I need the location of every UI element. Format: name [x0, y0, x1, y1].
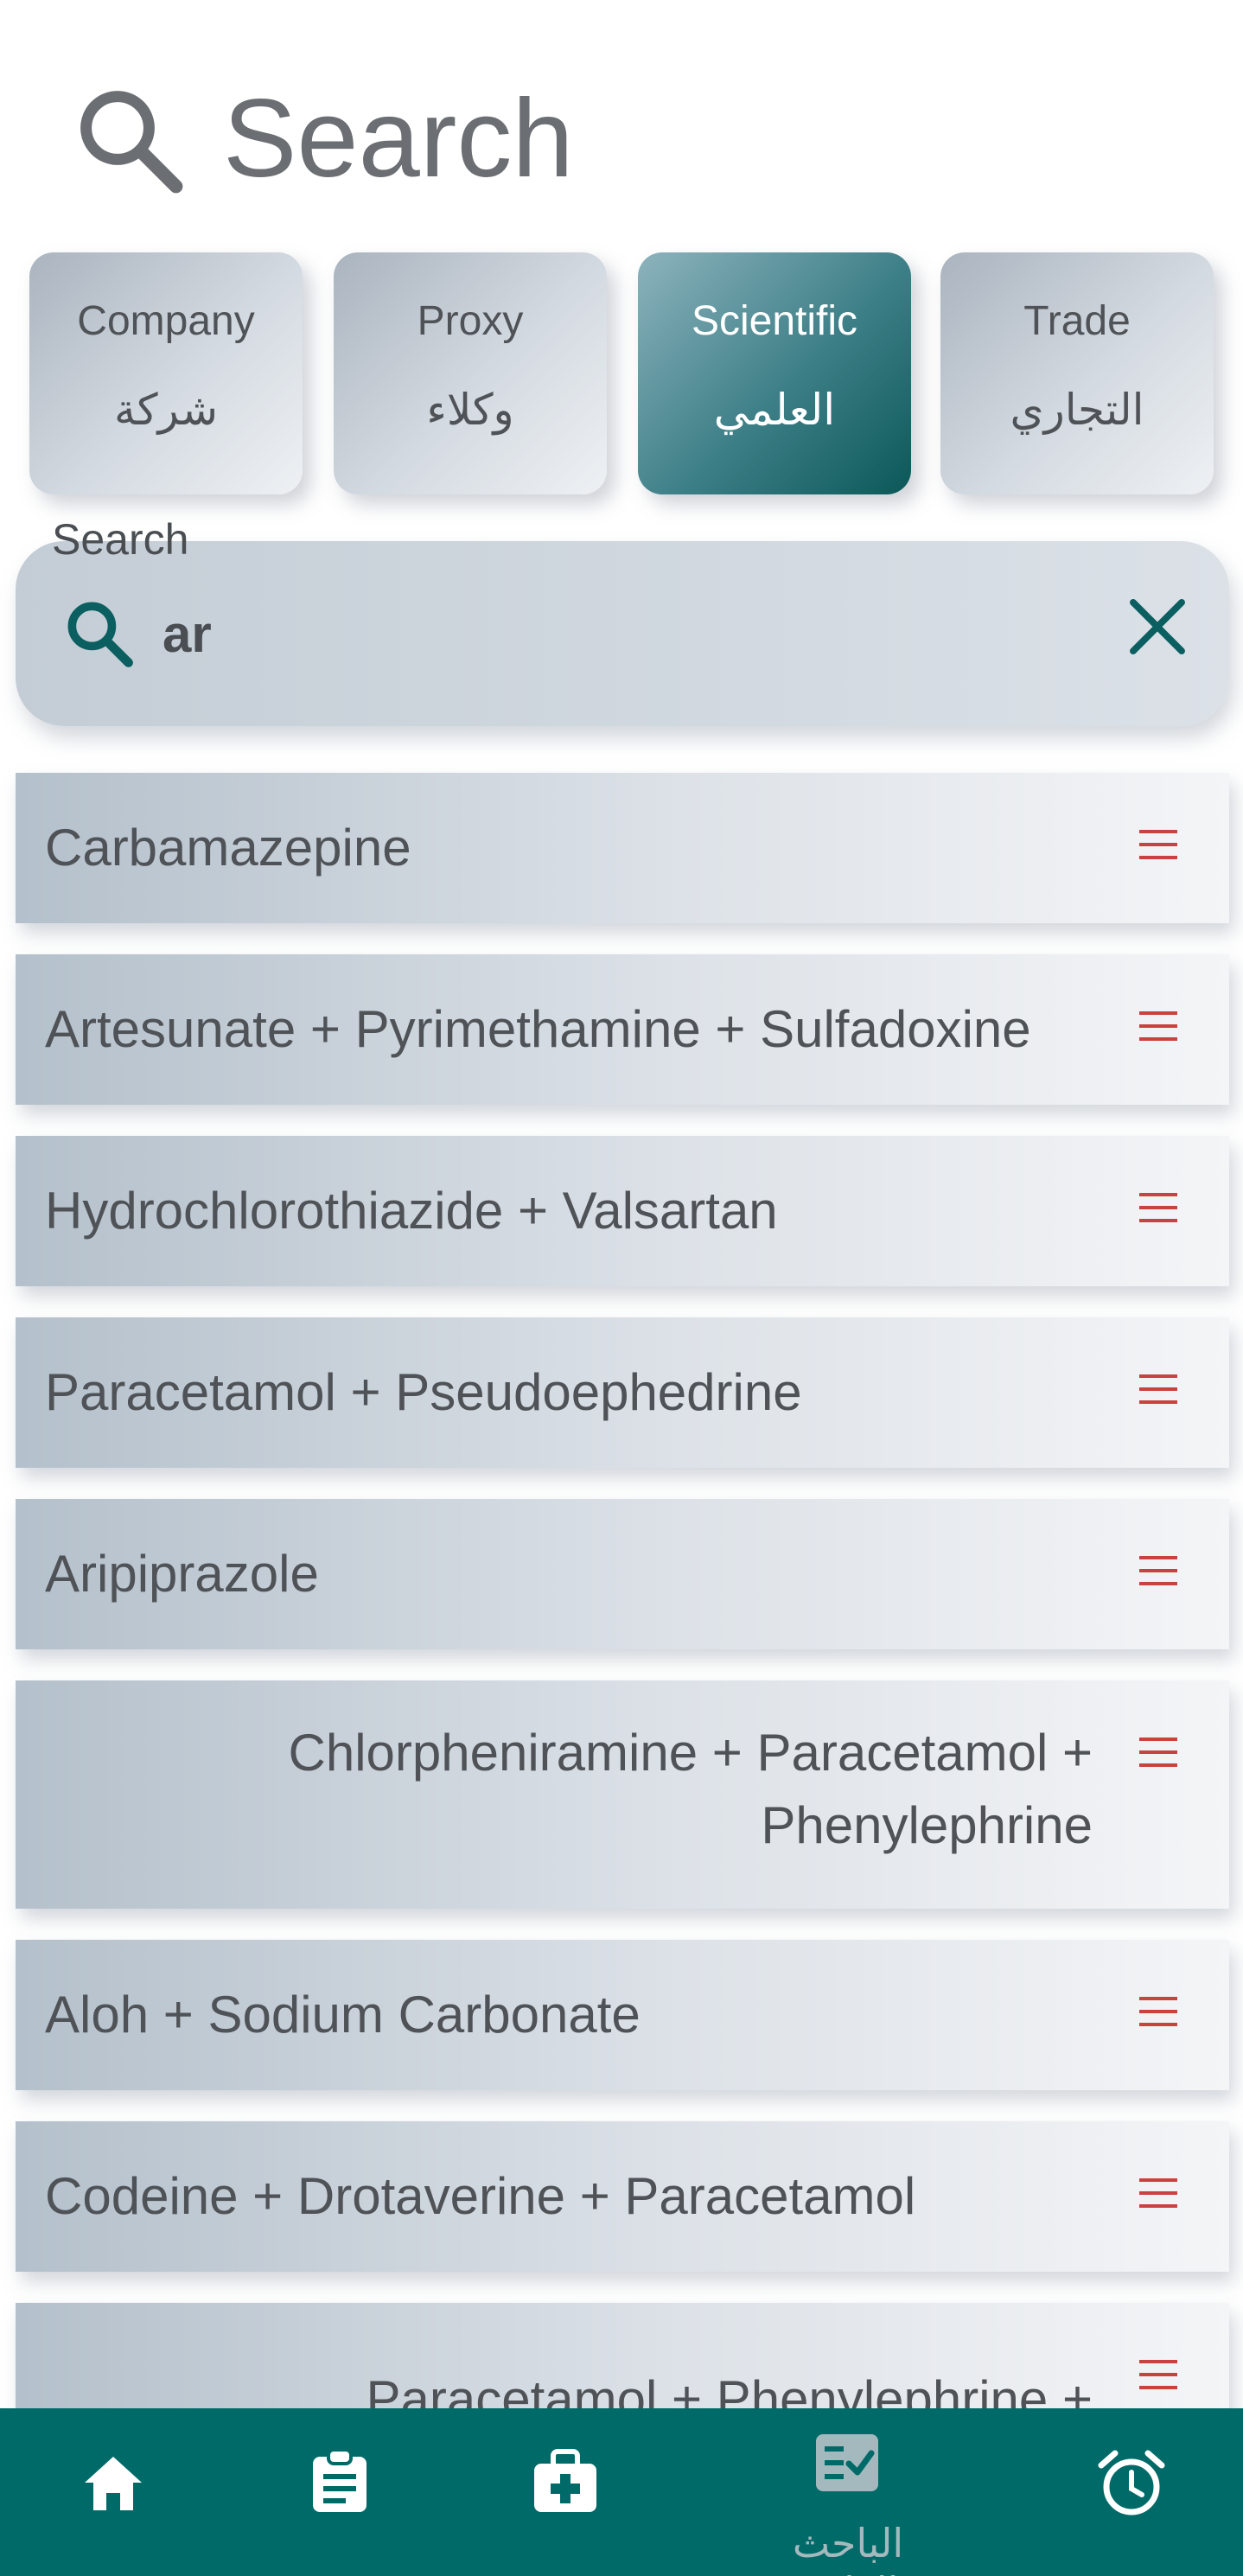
- list-item[interactable]: Aloh + Sodium Carbonate: [16, 1940, 1229, 2090]
- menu-icon[interactable]: [1139, 1011, 1177, 1041]
- search-icon: [67, 602, 133, 667]
- search-icon: [80, 91, 183, 194]
- page-title: Search: [223, 77, 574, 201]
- search-input[interactable]: [163, 586, 1027, 681]
- menu-icon[interactable]: [1139, 1374, 1177, 1404]
- drug-name: Aripiprazole: [45, 1545, 319, 1603]
- list-item[interactable]: Codeine + Drotaverine + Paracetamol: [16, 2121, 1229, 2272]
- drug-name: Chlorpheniramine + Paracetamol + Phenyle…: [288, 1724, 1093, 1854]
- drug-name: Hydrochlorothiazide + Valsartan: [45, 1182, 778, 1240]
- tab-label-ar: التجاري: [1010, 386, 1144, 434]
- nav-clipboard[interactable]: [280, 2408, 401, 2576]
- list-item[interactable]: Chlorpheniramine + Paracetamol + Phenyle…: [16, 1680, 1229, 1909]
- tab-trade[interactable]: Trade التجاري: [940, 252, 1214, 494]
- tab-label-en: Company: [77, 298, 255, 344]
- drug-name: Paracetamol + Pseudoephedrine: [45, 1363, 802, 1421]
- nav-alarm[interactable]: [1072, 2408, 1193, 2576]
- nav-label: الباحث الطبي: [792, 2521, 904, 2576]
- search-field[interactable]: [16, 541, 1229, 726]
- menu-icon[interactable]: [1139, 1556, 1177, 1585]
- search-label: Search: [52, 515, 189, 564]
- drug-name: Codeine + Drotaverine + Paracetamol: [45, 2167, 916, 2225]
- medical-kit-icon: [534, 2449, 596, 2512]
- menu-icon[interactable]: [1139, 2360, 1177, 2389]
- tab-label-en: Trade: [1023, 298, 1131, 344]
- list-item[interactable]: Paracetamol + Pseudoephedrine: [16, 1317, 1229, 1468]
- menu-icon[interactable]: [1139, 1997, 1177, 2026]
- drug-name: Artesunate + Pyrimethamine + Sulfadoxine: [45, 1000, 1031, 1058]
- tab-label-en: Scientific: [691, 298, 858, 344]
- nav-home[interactable]: [52, 2408, 173, 2576]
- checklist-icon: [816, 2434, 878, 2491]
- tab-label-ar: شركة: [113, 386, 219, 434]
- tab-proxy[interactable]: Proxy وكلاء: [334, 252, 607, 494]
- tab-label-en: Proxy: [417, 298, 524, 344]
- list-item[interactable]: Carbamazepine: [16, 773, 1229, 923]
- nav-medical[interactable]: [505, 2408, 626, 2576]
- tab-label-ar: وكلاء: [426, 386, 514, 434]
- list-item[interactable]: Hydrochlorothiazide + Valsartan: [16, 1136, 1229, 1286]
- menu-icon[interactable]: [1139, 830, 1177, 859]
- tab-label-ar: العلمي: [713, 386, 836, 434]
- close-icon[interactable]: [1124, 593, 1191, 660]
- list-item[interactable]: Aripiprazole: [16, 1499, 1229, 1649]
- list-item[interactable]: Artesunate + Pyrimethamine + Sulfadoxine: [16, 954, 1229, 1105]
- menu-icon[interactable]: [1139, 1193, 1177, 1222]
- drug-name: Aloh + Sodium Carbonate: [45, 1986, 641, 2044]
- alarm-clock-icon: [1098, 2450, 1165, 2515]
- bottom-navigation: الباحث الطبي: [0, 2408, 1243, 2576]
- menu-icon[interactable]: [1139, 1738, 1177, 1767]
- clipboard-icon: [313, 2448, 367, 2512]
- category-tabs: Company شركة Proxy وكلاء Scientific العل…: [0, 252, 1243, 494]
- tab-scientific[interactable]: Scientific العلمي: [638, 252, 911, 494]
- tab-company[interactable]: Company شركة: [29, 252, 303, 494]
- page-header: Search: [0, 0, 1243, 251]
- menu-icon[interactable]: [1139, 2178, 1177, 2208]
- home-icon: [85, 2457, 142, 2510]
- drug-name: Carbamazepine: [45, 819, 411, 877]
